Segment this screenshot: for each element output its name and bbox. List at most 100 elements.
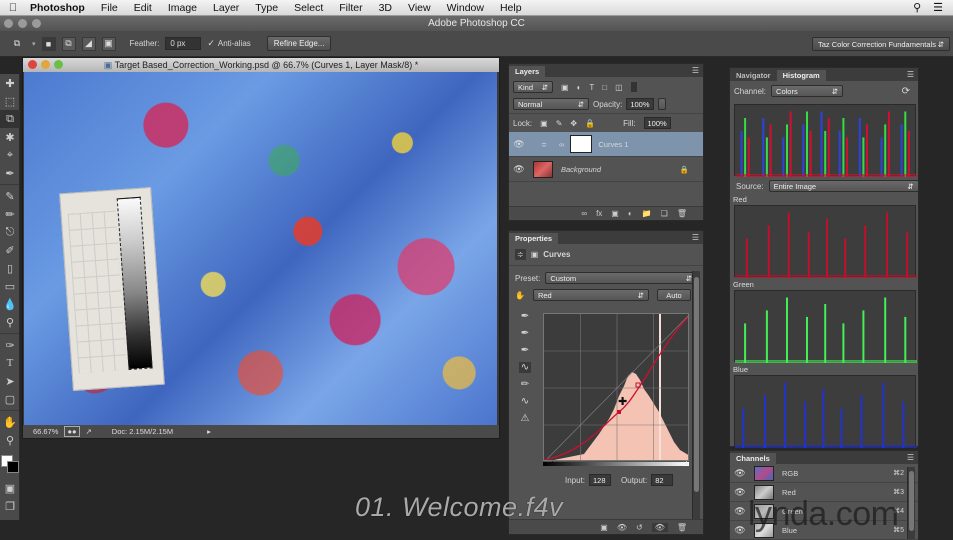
lock-all-icon[interactable]: 🔒 bbox=[585, 119, 595, 128]
antialias-checkbox[interactable]: ✓ Anti-alias bbox=[207, 38, 250, 49]
visibility-eye-icon[interactable]: 👁 bbox=[730, 468, 750, 479]
white-point-eyedropper-icon[interactable]: ✒ bbox=[521, 345, 529, 356]
apple-menu-icon[interactable]:  bbox=[0, 2, 26, 14]
filter-shape-icon[interactable]: □ bbox=[602, 83, 607, 92]
filter-toggle-icon[interactable] bbox=[630, 82, 637, 92]
blur-tool-icon[interactable]: 💧 bbox=[0, 295, 20, 313]
reset-icon[interactable]: ↺ bbox=[636, 523, 643, 532]
clone-stamp-tool-icon[interactable]: ⎋ bbox=[0, 223, 20, 241]
crop-tool-icon[interactable]: ⌖ bbox=[0, 146, 20, 164]
visibility-eye-icon[interactable]: 👁 bbox=[509, 139, 529, 150]
gradient-tool-icon[interactable]: ▭ bbox=[0, 277, 20, 295]
new-group-icon[interactable]: 📁 bbox=[642, 209, 652, 218]
toggle-visibility-icon[interactable]: 👁 bbox=[651, 522, 668, 532]
path-select-tool-icon[interactable]: ➤ bbox=[0, 372, 20, 390]
filter-adjustment-icon[interactable]: ◐ bbox=[577, 83, 582, 92]
black-point-slider[interactable]: ▲ bbox=[549, 460, 556, 467]
mask-icon[interactable]: ▣ bbox=[531, 250, 539, 259]
panel-menu-icon[interactable]: ☰ bbox=[692, 66, 699, 75]
layer-row-curves[interactable]: 👁 ≑ ∞ Curves 1 bbox=[509, 132, 703, 157]
quick-select-tool-icon[interactable]: ✱ bbox=[0, 128, 20, 146]
gray-point-eyedropper-icon[interactable]: ✒ bbox=[521, 328, 529, 339]
channel-select[interactable]: Red ⇵ bbox=[532, 289, 649, 301]
fx-icon[interactable]: fx bbox=[596, 209, 602, 218]
subtract-from-selection-icon[interactable]: ◢ bbox=[81, 36, 96, 51]
brush-tool-icon[interactable]: ✏ bbox=[0, 205, 20, 223]
output-value[interactable]: 82 bbox=[651, 474, 674, 486]
zoom-tool-icon[interactable]: ⚲ bbox=[0, 431, 20, 449]
link-icon[interactable]: ∞ bbox=[559, 140, 564, 149]
eraser-tool-icon[interactable]: ▯ bbox=[0, 259, 20, 277]
menu-3d[interactable]: 3D bbox=[371, 2, 400, 14]
spotlight-search-icon[interactable]: ⚲ bbox=[913, 1, 921, 14]
refresh-icon[interactable]: ⟳ bbox=[902, 86, 910, 97]
panel-menu-icon[interactable]: ☰ bbox=[692, 233, 699, 242]
tab-histogram[interactable]: Histogram bbox=[776, 70, 826, 81]
visibility-eye-icon[interactable]: 👁 bbox=[509, 164, 529, 175]
filter-type-icon[interactable]: T bbox=[589, 83, 594, 92]
menu-filter[interactable]: Filter bbox=[331, 2, 370, 14]
link-layers-icon[interactable]: ∞ bbox=[581, 209, 587, 218]
menu-view[interactable]: View bbox=[400, 2, 439, 14]
new-layer-icon[interactable]: ❏ bbox=[661, 209, 668, 218]
clipping-warning-icon[interactable]: ⚠ bbox=[521, 413, 530, 424]
zoom-window-button[interactable] bbox=[32, 19, 41, 28]
dodge-tool-icon[interactable]: ⚲ bbox=[0, 313, 20, 331]
panel-menu-icon[interactable]: ☰ bbox=[907, 453, 914, 462]
opacity-input[interactable]: 100% bbox=[626, 98, 654, 110]
layer-mask-thumbnail[interactable] bbox=[570, 135, 593, 153]
minimize-document-button[interactable] bbox=[41, 60, 50, 69]
close-window-button[interactable] bbox=[4, 19, 13, 28]
channels-scrollbar[interactable] bbox=[907, 467, 915, 539]
tab-layers[interactable]: Layers bbox=[509, 66, 546, 77]
clip-to-layer-icon[interactable]: ▣ bbox=[600, 523, 608, 532]
curve-point-selected[interactable] bbox=[617, 410, 621, 414]
menu-app[interactable]: Photoshop bbox=[26, 2, 93, 14]
workspace-switcher[interactable]: Taz Color Correction Fundamentals ⇵ bbox=[812, 37, 950, 51]
white-point-slider[interactable]: ▲ bbox=[683, 460, 690, 467]
visibility-eye-icon[interactable]: 👁 bbox=[730, 525, 750, 536]
polygonal-lasso-preset-icon[interactable]: ⧉ bbox=[8, 37, 26, 51]
channel-row-rgb[interactable]: 👁 RGB ⌘2 bbox=[730, 464, 918, 483]
intersect-selection-icon[interactable]: ▣ bbox=[101, 36, 116, 51]
smooth-curve-icon[interactable]: ∿ bbox=[521, 396, 529, 407]
blend-mode-select[interactable]: Normal ⇵ bbox=[513, 98, 589, 110]
curves-graph[interactable]: ✚ bbox=[543, 313, 689, 461]
lasso-tool-icon[interactable]: ⧉ bbox=[0, 110, 20, 128]
notification-list-icon[interactable]: ☰ bbox=[933, 1, 943, 14]
visibility-eye-icon[interactable]: 👁 bbox=[730, 487, 750, 498]
curves-adjustment-icon[interactable]: ≑ bbox=[515, 249, 526, 260]
menu-help[interactable]: Help bbox=[492, 2, 530, 14]
tab-channels[interactable]: Channels bbox=[730, 453, 776, 464]
properties-scrollbar[interactable] bbox=[692, 271, 700, 521]
add-mask-icon[interactable]: ▣ bbox=[611, 209, 619, 218]
fill-input[interactable]: 100% bbox=[643, 117, 671, 129]
curve-point-tool-icon[interactable]: ∿ bbox=[518, 362, 532, 373]
view-previous-state-icon[interactable]: 👁 bbox=[617, 523, 627, 532]
tab-navigator[interactable]: Navigator bbox=[730, 70, 777, 81]
menu-window[interactable]: Window bbox=[439, 2, 492, 14]
spot-heal-tool-icon[interactable]: ✎ bbox=[0, 187, 20, 205]
zoom-level[interactable]: 66.67% bbox=[33, 427, 58, 436]
menu-select[interactable]: Select bbox=[286, 2, 331, 14]
black-point-eyedropper-icon[interactable]: ✒ bbox=[521, 311, 529, 322]
type-tool-icon[interactable]: T bbox=[0, 354, 20, 372]
filter-pixel-icon[interactable]: ▣ bbox=[561, 83, 569, 92]
lock-image-icon[interactable]: ✎ bbox=[556, 119, 563, 128]
visibility-eye-icon[interactable]: 👁 bbox=[730, 506, 750, 517]
scrollbar-thumb[interactable] bbox=[694, 277, 699, 492]
minimize-window-button[interactable] bbox=[18, 19, 27, 28]
delete-layer-icon[interactable]: 🗑 bbox=[677, 209, 687, 218]
zoom-document-button[interactable] bbox=[54, 60, 63, 69]
new-selection-icon[interactable]: ■ bbox=[41, 36, 56, 51]
marquee-tool-icon[interactable]: ⬚ bbox=[0, 92, 20, 110]
image-canvas[interactable] bbox=[24, 72, 497, 426]
pencil-draw-icon[interactable]: ✏ bbox=[521, 379, 529, 390]
input-value[interactable]: 128 bbox=[589, 474, 612, 486]
eyedropper-tool-icon[interactable]: ✒ bbox=[0, 164, 20, 182]
menu-edit[interactable]: Edit bbox=[126, 2, 160, 14]
add-to-selection-icon[interactable]: ⧉ bbox=[61, 36, 76, 51]
lock-position-icon[interactable]: ✥ bbox=[570, 119, 577, 128]
lock-transparent-icon[interactable]: ▣ bbox=[540, 119, 548, 128]
refine-edge-button[interactable]: Refine Edge... bbox=[266, 36, 332, 51]
